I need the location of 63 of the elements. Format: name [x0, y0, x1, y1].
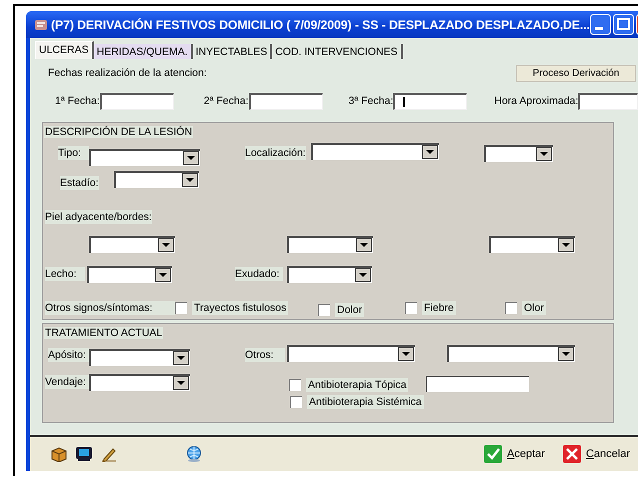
- maximize-icon[interactable]: [612, 14, 634, 35]
- dropdown[interactable]: [89, 148, 200, 166]
- text-field[interactable]: [426, 376, 529, 392]
- checkbox-label: Antibioterapia Sistémica: [307, 395, 424, 409]
- minimize-icon[interactable]: [590, 14, 611, 35]
- field-label: Vendaje:: [45, 375, 89, 389]
- tab[interactable]: HERIDAS/QUEMA.: [94, 44, 193, 59]
- date-field[interactable]: [393, 92, 468, 110]
- app-icon: [34, 18, 48, 32]
- checkbox[interactable]: [290, 396, 302, 408]
- tab[interactable]: ULCERAS: [35, 41, 94, 59]
- dropdown[interactable]: [287, 236, 373, 252]
- checkbox[interactable]: [318, 304, 330, 316]
- dropdown[interactable]: [310, 142, 439, 160]
- box-icon[interactable]: [50, 446, 67, 462]
- dropdown[interactable]: [89, 374, 190, 390]
- checkbox-label: Olor: [522, 301, 546, 315]
- field-label: Piel adyacente/bordes:: [45, 210, 152, 224]
- action-button[interactable]: Aceptar: [484, 445, 545, 463]
- monitor-icon[interactable]: [75, 446, 93, 462]
- checkbox[interactable]: [289, 379, 301, 391]
- group-title: TRATAMIENTO ACTUAL: [44, 327, 164, 339]
- checkbox[interactable]: [505, 302, 517, 314]
- window-title: (P7) DERIVACIÓN FESTIVOS DOMICILIO ( 7/09/2009) - SS - DESPLAZADO DESPLAZADO,DE...: [51, 18, 590, 32]
- date-field[interactable]: [248, 92, 322, 110]
- field-label: Otros:: [245, 348, 285, 362]
- field-label: Apósito:: [48, 348, 89, 362]
- field-label: Lecho:: [45, 267, 85, 281]
- field-label: Otros signos/síntomas:: [45, 301, 175, 315]
- group-title: DESCRIPCIÓN DE LA LESIÓN: [44, 126, 194, 138]
- dropdown[interactable]: [89, 236, 175, 252]
- field-label: 2ª Fecha:: [204, 95, 248, 107]
- globe-icon[interactable]: [185, 445, 203, 463]
- dropdown[interactable]: [447, 344, 575, 362]
- checkbox-label: Antibioterapia Tópica: [306, 378, 408, 392]
- dropdown[interactable]: [287, 344, 415, 362]
- tab[interactable]: INYECTABLES: [192, 44, 272, 59]
- field-label: 3ª Fecha:: [348, 95, 394, 107]
- close-icon: [562, 445, 581, 463]
- check-icon: [484, 445, 502, 463]
- field-label: 1ª Fecha:: [55, 95, 100, 107]
- dropdown[interactable]: [89, 348, 190, 366]
- process-button[interactable]: Proceso Derivación: [516, 64, 636, 82]
- action-button[interactable]: Cancelar: [562, 445, 630, 463]
- date-field[interactable]: [578, 92, 638, 110]
- field-label: Estadío:: [60, 176, 99, 190]
- date-field[interactable]: [100, 92, 174, 110]
- checkbox[interactable]: [405, 302, 417, 314]
- section-label: Fechas realización de la atencion:: [48, 67, 207, 79]
- field-label: Hora Aproximada:: [494, 95, 578, 107]
- checkbox-label: Trayectos fistulosos: [192, 301, 288, 315]
- dropdown[interactable]: [489, 236, 575, 252]
- dropdown[interactable]: [484, 144, 553, 162]
- dropdown[interactable]: [287, 266, 372, 282]
- pencil-icon[interactable]: [101, 446, 117, 462]
- field-label: Localización:: [245, 146, 306, 160]
- field-label: Tipo:: [58, 146, 89, 160]
- checkbox-label: Fiebre: [422, 301, 456, 315]
- checkbox-label: Dolor: [335, 303, 364, 317]
- dropdown[interactable]: [114, 170, 199, 188]
- checkbox[interactable]: [175, 302, 187, 314]
- dropdown[interactable]: [87, 266, 172, 282]
- field-label: Exudado:: [235, 267, 283, 281]
